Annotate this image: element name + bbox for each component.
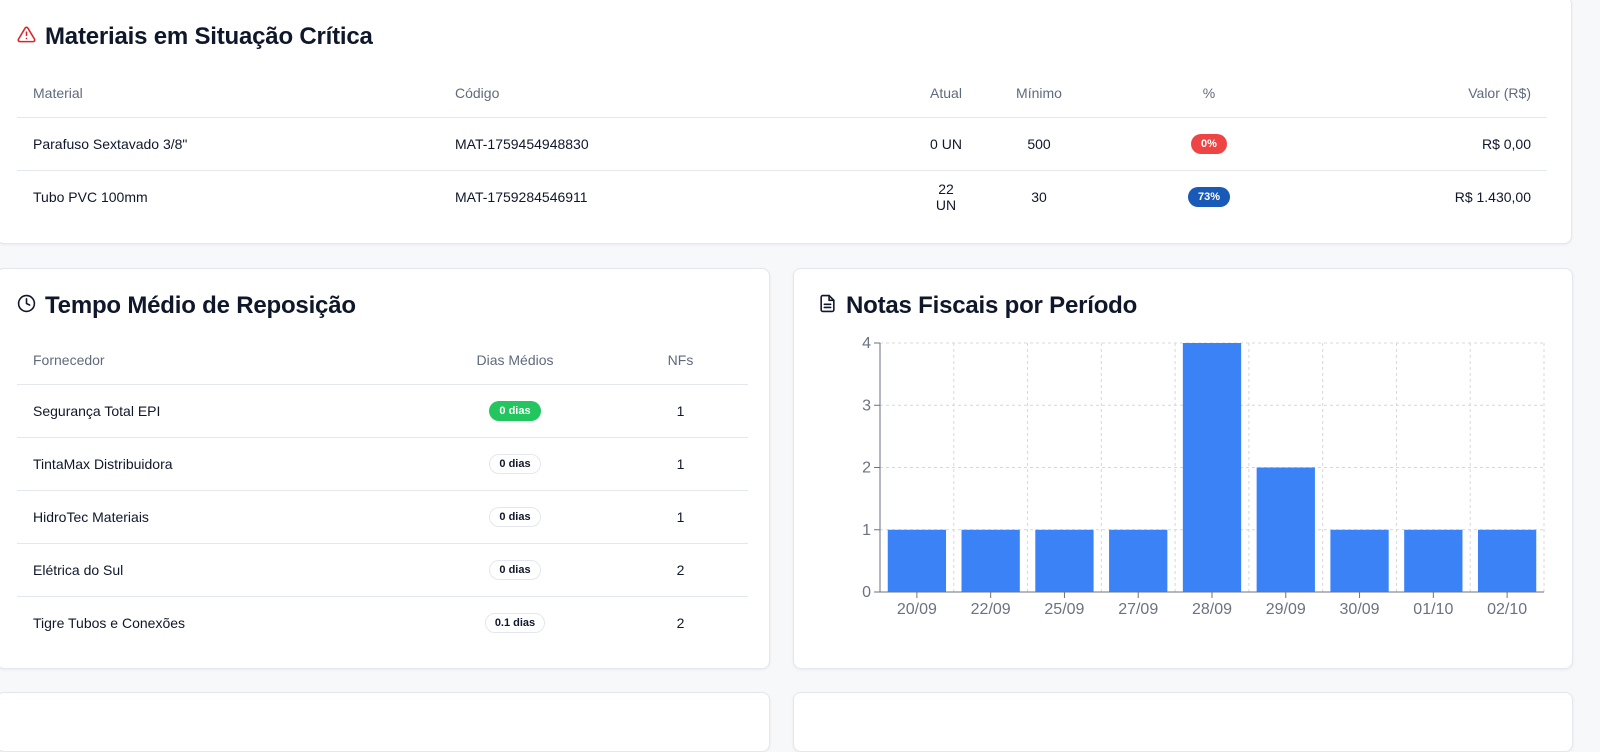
table-header-row: Fornecedor Dias Médios NFs bbox=[17, 337, 748, 385]
replenishment-table: Fornecedor Dias Médios NFs Segurança Tot… bbox=[17, 337, 748, 649]
x-tick-label: 02/10 bbox=[1487, 601, 1527, 618]
supplier-name: HidroTec Materiais bbox=[17, 490, 417, 544]
y-tick-label: 4 bbox=[862, 335, 871, 352]
column-header-percent[interactable]: % bbox=[1099, 70, 1319, 118]
replenishment-title: Tempo Médio de Reposição bbox=[17, 292, 356, 320]
chart-bar bbox=[961, 529, 1020, 592]
table-row[interactable]: Tigre Tubos e Conexões 0.1 dias 2 bbox=[17, 596, 748, 649]
chart-bar bbox=[1404, 529, 1463, 592]
table-row[interactable]: HidroTec Materiais 0 dias 1 bbox=[17, 490, 748, 544]
stock-value: R$ 1.430,00 bbox=[1454, 188, 1531, 205]
section-title: Tempo Médio de Reposição bbox=[45, 292, 356, 319]
x-tick-label: 30/09 bbox=[1340, 601, 1380, 618]
invoices-card: Notas Fiscais por Período 0 1 2 3 4 20/09 22/0… bbox=[793, 268, 1573, 669]
supplier-name: Tigre Tubos e Conexões bbox=[33, 614, 186, 631]
column-header-value[interactable]: Valor (R$) bbox=[1319, 70, 1547, 118]
table-row[interactable]: Segurança Total EPI 0 dias 1 bbox=[17, 384, 748, 438]
chart-bar bbox=[1182, 343, 1242, 592]
nf-count: 1 bbox=[613, 437, 748, 491]
page-title: Materiais em Situação Crítica bbox=[45, 23, 373, 50]
replenishment-card: Tempo Médio de Reposição Fornecedor Dias… bbox=[0, 268, 770, 669]
days-badge: 0 dias bbox=[489, 400, 541, 421]
table-row[interactable]: Elétrica do Sul 0 dias 2 bbox=[17, 543, 748, 597]
column-header-material[interactable]: Material bbox=[17, 70, 439, 118]
days-badge: 0 dias bbox=[489, 453, 541, 474]
current-stock: 0 UN bbox=[769, 117, 979, 171]
table-header-row: Material Código Atual Mínimo % Valor (R$… bbox=[17, 70, 1547, 118]
y-tick-label: 2 bbox=[862, 460, 871, 477]
table-row[interactable]: Parafuso Sextavado 3/8" MAT-175945494883… bbox=[17, 117, 1547, 171]
nf-count: 2 bbox=[676, 614, 685, 631]
x-tick-label: 29/09 bbox=[1266, 601, 1306, 618]
material-code: MAT-1759284546911 bbox=[455, 188, 588, 205]
material-code: MAT-1759454948830 bbox=[439, 117, 769, 171]
current-stock: 22 UN bbox=[935, 180, 957, 213]
file-text-icon bbox=[818, 292, 837, 320]
column-header-supplier[interactable]: Fornecedor bbox=[17, 337, 417, 385]
bottom-left-card bbox=[0, 692, 770, 752]
x-tick-label: 28/09 bbox=[1192, 601, 1232, 618]
critical-materials-table: Material Código Atual Mínimo % Valor (R$… bbox=[17, 70, 1547, 223]
x-tick-label: 01/10 bbox=[1413, 601, 1453, 618]
critical-materials-card: Materiais em Situação Crítica Material C… bbox=[0, 0, 1572, 244]
material-name: Parafuso Sextavado 3/8" bbox=[17, 117, 439, 171]
supplier-name: Elétrica do Sul bbox=[17, 543, 417, 597]
y-tick-label: 3 bbox=[862, 397, 871, 414]
nf-count: 1 bbox=[613, 490, 748, 544]
minimum-stock: 30 bbox=[1031, 188, 1047, 205]
alert-triangle-icon bbox=[17, 23, 36, 51]
chart-bar bbox=[887, 529, 947, 592]
supplier-name: TintaMax Distribuidora bbox=[17, 437, 417, 491]
material-name: Tubo PVC 100mm bbox=[33, 188, 148, 205]
chart-bar bbox=[1035, 529, 1094, 592]
supplier-name: Segurança Total EPI bbox=[17, 384, 417, 438]
chart-bar bbox=[1477, 529, 1537, 592]
days-badge: 0 dias bbox=[489, 506, 541, 527]
column-header-current[interactable]: Atual bbox=[769, 70, 979, 118]
invoices-title: Notas Fiscais por Período bbox=[818, 292, 1137, 320]
y-tick-label: 1 bbox=[862, 522, 871, 539]
table-row[interactable]: Tubo PVC 100mm MAT-1759284546911 22 UN 3… bbox=[17, 170, 1547, 223]
stock-value: R$ 0,00 bbox=[1319, 117, 1547, 171]
clock-icon bbox=[17, 292, 36, 320]
critical-materials-title: Materiais em Situação Crítica bbox=[17, 23, 373, 51]
chart-bar bbox=[1330, 529, 1389, 592]
x-tick-label: 20/09 bbox=[897, 601, 937, 618]
percent-badge: 0% bbox=[1191, 133, 1227, 154]
x-tick-label: 27/09 bbox=[1118, 601, 1158, 618]
nf-count: 1 bbox=[613, 384, 748, 438]
y-tick-label: 0 bbox=[862, 584, 871, 601]
days-badge: 0.1 dias bbox=[484, 612, 546, 633]
column-header-nfs[interactable]: NFs bbox=[613, 337, 748, 385]
percent-badge: 73% bbox=[1187, 186, 1231, 207]
chart-bar bbox=[1109, 529, 1168, 592]
chart-bar bbox=[1256, 467, 1315, 592]
section-title: Notas Fiscais por Período bbox=[846, 292, 1138, 319]
x-tick-label: 25/09 bbox=[1044, 601, 1084, 618]
column-header-minimum[interactable]: Mínimo bbox=[979, 70, 1099, 118]
nf-count: 2 bbox=[613, 543, 748, 597]
bottom-right-card bbox=[793, 692, 1573, 752]
table-row[interactable]: TintaMax Distribuidora 0 dias 1 bbox=[17, 437, 748, 491]
column-header-code[interactable]: Código bbox=[439, 70, 769, 118]
days-badge: 0 dias bbox=[489, 559, 541, 580]
minimum-stock: 500 bbox=[979, 117, 1099, 171]
invoices-bar-chart: 0 1 2 3 4 20/09 22/09 25/09 27/09 28/09 29/09 30/09… bbox=[862, 335, 1545, 618]
column-header-avg-days[interactable]: Dias Médios bbox=[417, 337, 613, 385]
x-tick-label: 22/09 bbox=[971, 601, 1011, 618]
